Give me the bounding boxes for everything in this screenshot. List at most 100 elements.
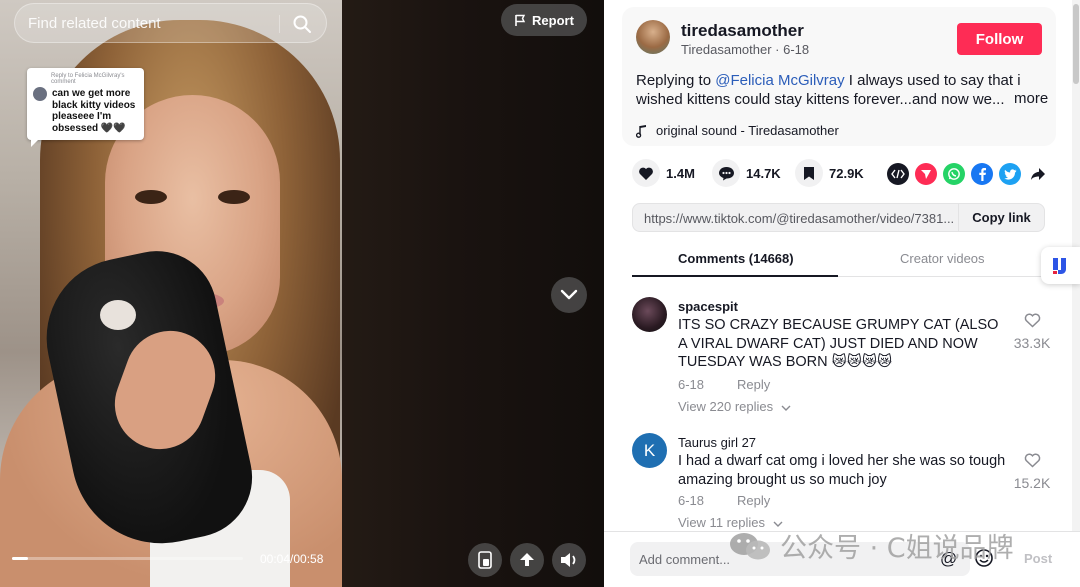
commenter-username[interactable]: spacespit [678, 299, 738, 314]
video-link-url[interactable]: https://www.tiktok.com/@tiredasamother/v… [644, 211, 959, 226]
extension-badge[interactable] [1041, 247, 1080, 284]
description-prefix: Replying to [636, 72, 716, 89]
next-video-button[interactable] [551, 277, 587, 313]
author-card: tiredasamother Tiredasamother · 6-18 Fol… [622, 7, 1056, 146]
sound-link[interactable]: original sound - Tiredasamother [636, 123, 839, 138]
save-action[interactable]: 72.9K [795, 159, 864, 187]
embed-code-icon [891, 169, 905, 179]
comment-item: spacespit ITS SO CRAZY BECAUSE GRUMPY CA… [632, 297, 1062, 417]
author-nickname-date: Tiredasamother · 6-18 [681, 42, 810, 57]
reply-sticker-avatar [33, 87, 47, 101]
twitter-bird-icon [1003, 168, 1016, 180]
like-count: 1.4M [666, 165, 695, 181]
search-icon[interactable] [292, 14, 312, 34]
follow-button[interactable]: Follow [957, 23, 1042, 55]
comment-date: 6-18 [678, 377, 705, 392]
sound-name[interactable]: original sound - Tiredasamother [656, 123, 839, 138]
video-time: 00:04/00:58 [260, 552, 324, 566]
active-tab-indicator [632, 275, 838, 277]
report-label: Report [532, 12, 574, 28]
heart-icon [639, 167, 653, 180]
commenter-username[interactable]: Taurus girl 27 [678, 435, 756, 450]
whatsapp-share-button[interactable] [943, 163, 965, 185]
copy-link-button[interactable]: Copy link [958, 204, 1044, 231]
author-avatar[interactable] [636, 20, 670, 54]
comment-like-button[interactable]: 15.2K [1002, 453, 1062, 491]
save-button[interactable] [795, 159, 823, 187]
chevron-down-icon [781, 405, 791, 411]
bookmark-icon [804, 166, 814, 180]
auto-scroll-button[interactable] [510, 543, 544, 577]
comment-date: 6-18 [678, 493, 705, 508]
comment-like-button[interactable]: 33.3K [1002, 313, 1062, 351]
comment-button[interactable] [712, 159, 740, 187]
watermark-text: 公众号 · C姐说品牌 [780, 533, 1014, 564]
whatsapp-icon [948, 168, 960, 180]
heart-outline-icon [1024, 313, 1040, 328]
commenter-avatar[interactable]: K [632, 433, 667, 468]
related-search-input[interactable] [28, 14, 278, 32]
scroll-up-icon [520, 553, 534, 566]
avatar-letter: K [643, 440, 656, 460]
send-to-friends-button[interactable] [915, 163, 937, 185]
music-note-icon [636, 124, 646, 138]
panel-scrollbar[interactable] [1072, 0, 1080, 587]
comment-like-count: 15.2K [1013, 475, 1051, 491]
details-panel: tiredasamother Tiredasamother · 6-18 Fol… [604, 0, 1080, 587]
floating-player-icon [478, 551, 492, 569]
search-divider [279, 15, 280, 33]
pip-button[interactable] [468, 543, 502, 577]
flag-icon [515, 14, 526, 26]
scrollbar-thumb[interactable] [1073, 4, 1079, 84]
chevron-down-icon [560, 289, 578, 300]
view-replies-label: View 220 replies [678, 399, 774, 414]
action-bar: 1.4M 14.7K 72.9K [632, 159, 1052, 191]
extension-logo-icon [1052, 257, 1066, 274]
like-action[interactable]: 1.4M [632, 159, 695, 187]
reply-comment-sticker: Reply to Felicia McGilvray's comment can… [27, 68, 144, 147]
comment-count: 14.7K [746, 165, 781, 181]
reply-sticker-text: can we get more black kitty videos pleas… [52, 88, 136, 134]
twitter-share-button[interactable] [999, 163, 1021, 185]
comment-reply-button[interactable]: Reply [737, 493, 770, 508]
tab-comments[interactable]: Comments (14668) [678, 251, 794, 266]
comment-bubble-icon [718, 166, 734, 180]
author-username[interactable]: tiredasamother [681, 21, 804, 41]
watermark: 公众号 · C姐说品牌 [728, 526, 1014, 565]
comment-text: ITS SO CRAZY BECAUSE GRUMPY CAT (ALSO A … [678, 317, 999, 370]
description-more-button[interactable]: more [1010, 90, 1049, 107]
volume-button[interactable] [552, 543, 586, 577]
wechat-logo-icon [730, 532, 770, 559]
comment-reply-button[interactable]: Reply [737, 377, 770, 392]
comment-action[interactable]: 14.7K [712, 159, 781, 187]
video-description: Replying to @Felicia McGilvray I always … [636, 71, 1046, 109]
comment-item: K Taurus girl 27 I had a dwarf cat omg i… [632, 433, 1062, 533]
view-replies-button[interactable]: View 220 replies [678, 399, 791, 414]
video-progress-bar[interactable] [12, 557, 243, 560]
comment-text: I had a dwarf cat omg i loved her she wa… [678, 453, 1006, 488]
related-search-bar[interactable] [14, 3, 327, 43]
comment-like-count: 33.3K [1013, 335, 1051, 351]
tab-creator-videos[interactable]: Creator videos [900, 251, 985, 266]
like-button[interactable] [632, 159, 660, 187]
report-button[interactable]: Report [501, 4, 587, 36]
panel-tabs: Comments (14668) Creator videos [632, 242, 1080, 277]
video-progress-fill [12, 557, 28, 560]
video-subject-eye [218, 190, 250, 204]
facebook-icon [979, 168, 986, 181]
video-player[interactable]: Reply to Felicia McGilvray's comment can… [0, 0, 604, 587]
share-arrow-icon [1031, 168, 1045, 180]
embed-share-button[interactable] [887, 163, 909, 185]
paper-plane-icon [921, 170, 931, 179]
description-mention[interactable]: @Felicia McGilvray [715, 72, 844, 89]
reply-sticker-header: Reply to Felicia McGilvray's comment [51, 73, 125, 85]
facebook-share-button[interactable] [971, 163, 993, 185]
more-share-button[interactable] [1027, 163, 1049, 185]
video-subject-eye [135, 190, 167, 204]
copy-link-box: https://www.tiktok.com/@tiredasamother/v… [632, 203, 1045, 232]
video-kitten-chest [100, 300, 136, 330]
volume-icon [561, 553, 576, 567]
commenter-avatar[interactable] [632, 297, 667, 332]
heart-outline-icon [1024, 453, 1040, 468]
post-comment-button[interactable]: Post [1024, 551, 1052, 566]
